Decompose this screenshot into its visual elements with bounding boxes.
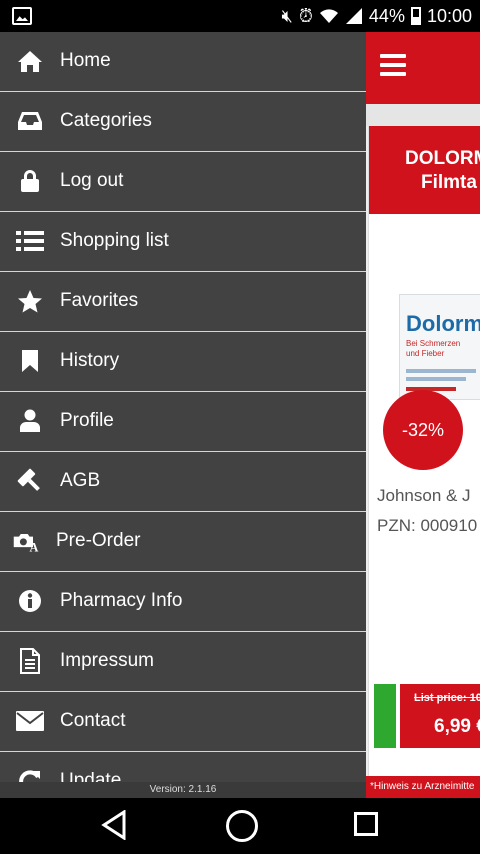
product-sub1: Bei Schmerzen <box>406 339 461 348</box>
app-subbar <box>366 104 480 126</box>
battery-icon <box>410 7 421 25</box>
app-content: DOLORM Filmta Dolorm Bei Schmerzen und F… <box>366 32 480 798</box>
menu-item-history[interactable]: History <box>0 332 366 392</box>
product-brand: Dolorm <box>406 311 480 336</box>
product-title-line2: Filmta <box>421 172 477 193</box>
home-icon <box>16 47 44 75</box>
menu-item-profile[interactable]: Profile <box>0 392 366 452</box>
medication-hint: *Hinweis zu Arzneimitte <box>366 776 480 798</box>
product-card[interactable]: DOLORM Filmta Dolorm Bei Schmerzen und F… <box>368 126 480 786</box>
lock-icon <box>16 167 44 195</box>
version-label: Version: 2.1.16 <box>0 782 366 798</box>
user-icon <box>16 407 44 435</box>
app-toolbar <box>366 32 480 104</box>
menu-icon[interactable] <box>380 54 406 76</box>
system-nav-bar <box>0 798 480 854</box>
menu-item-label: Pharmacy Info <box>60 590 183 611</box>
menu-item-label: History <box>60 350 120 371</box>
menu-item-label: Contact <box>60 710 126 731</box>
bookmark-icon <box>16 347 44 375</box>
manufacturer: Johnson & J <box>377 486 471 505</box>
price: 6,99 € <box>434 716 480 737</box>
menu-item-label: Favorites <box>60 290 139 311</box>
info-icon <box>16 587 44 615</box>
svg-text:A: A <box>30 541 39 555</box>
discount-badge: -32% <box>383 390 463 470</box>
menu-item-pre-order[interactable]: A Pre-Order <box>0 512 366 572</box>
wifi-icon <box>319 9 338 23</box>
pzn-number: PZN: 000910 <box>377 516 478 535</box>
envelope-icon <box>16 707 44 735</box>
mute-icon: 🔇︎ <box>281 6 293 26</box>
home-button-icon[interactable] <box>226 810 258 842</box>
star-icon <box>16 287 44 315</box>
product-card-header: DOLORM Filmta <box>369 126 480 214</box>
menu-item-label: Pre-Order <box>56 530 141 551</box>
menu-item-label: Shopping list <box>60 230 169 251</box>
signal-icon <box>345 8 362 24</box>
menu-item-label: Log out <box>60 170 124 191</box>
menu-item-label: Profile <box>60 410 114 431</box>
battery-percent: 44% <box>368 5 405 26</box>
document-icon <box>16 647 44 675</box>
menu-item-label: Impressum <box>60 650 154 671</box>
price-box[interactable]: List price: 10 6,99 € <box>400 684 480 748</box>
menu-item-contact[interactable]: Contact <box>0 692 366 752</box>
menu-item-shopping-list[interactable]: Shopping list <box>0 212 366 272</box>
recents-icon[interactable] <box>354 812 378 836</box>
menu-item-agb[interactable]: AGB <box>0 452 366 512</box>
gallery-icon <box>12 7 32 25</box>
camera-text-icon: A <box>12 527 40 555</box>
menu-item-label: Categories <box>60 110 152 131</box>
navigation-drawer: Home Categories Log out Shopping list Fa… <box>0 32 366 798</box>
menu-item-logout[interactable]: Log out <box>0 152 366 212</box>
alarm-icon: ⏰︎ <box>298 6 313 26</box>
status-bar: 🔇︎ ⏰︎ 44% 10:00 <box>0 0 480 32</box>
menu-item-home[interactable]: Home <box>0 32 366 92</box>
back-icon[interactable] <box>100 810 128 840</box>
menu-item-label: AGB <box>60 470 101 491</box>
menu-item-label: Home <box>60 50 111 71</box>
menu-item-pharmacy-info[interactable]: Pharmacy Info <box>0 572 366 632</box>
list-icon <box>16 227 44 255</box>
gavel-icon <box>16 467 44 495</box>
menu-item-impressum[interactable]: Impressum <box>0 632 366 692</box>
clock: 10:00 <box>426 5 472 26</box>
menu-item-categories[interactable]: Categories <box>0 92 366 152</box>
product-image: Dolorm Bei Schmerzen und Fieber <box>399 294 480 400</box>
inbox-icon <box>16 107 44 135</box>
list-price: List price: 10 <box>414 692 480 704</box>
menu-item-favorites[interactable]: Favorites <box>0 272 366 332</box>
product-title-line1: DOLORM <box>405 148 480 169</box>
product-sub2: und Fieber <box>406 349 445 358</box>
availability-indicator <box>374 684 396 748</box>
